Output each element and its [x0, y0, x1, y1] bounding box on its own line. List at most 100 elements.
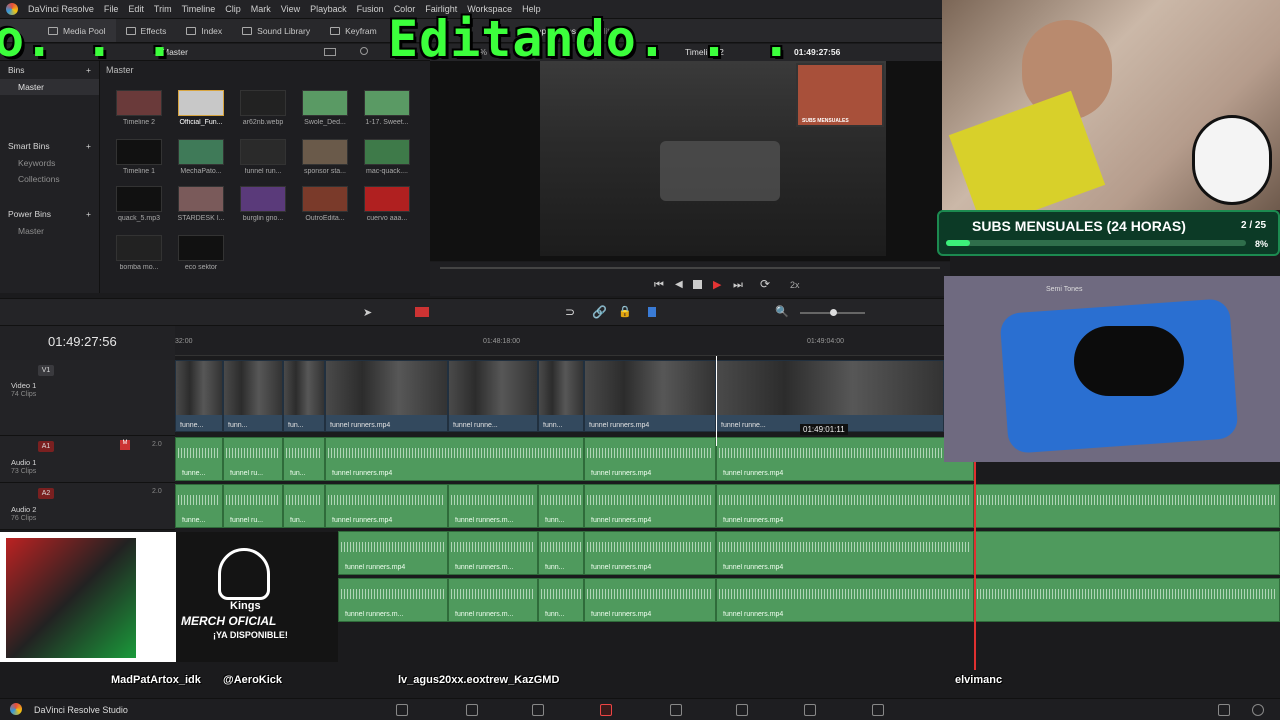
loop-icon[interactable]: ⟳ — [760, 277, 770, 291]
page-media-icon[interactable] — [396, 704, 408, 716]
audio-clip[interactable]: funne... — [175, 437, 223, 481]
menu-mark[interactable]: Mark — [251, 4, 271, 14]
page-color-icon[interactable] — [736, 704, 748, 716]
audio-clip[interactable]: funnel ru... — [223, 484, 283, 528]
snapping-icon[interactable]: ⊃ — [565, 305, 575, 319]
audio-clip[interactable]: fun... — [283, 484, 325, 528]
home-icon[interactable] — [1218, 704, 1230, 716]
skip-forward-icon[interactable]: ⏭ — [733, 279, 743, 292]
page-deliver-icon[interactable] — [872, 704, 884, 716]
audio-clip[interactable]: funnel runners.mp4 — [584, 578, 716, 622]
settings-gear-icon[interactable] — [1252, 704, 1264, 716]
clip-thumbnail[interactable]: 1-17. Sweet... — [357, 90, 417, 126]
audio-clip[interactable]: funnel runners.m... — [448, 484, 538, 528]
play-icon[interactable]: ▶ — [713, 278, 721, 291]
video-clip[interactable]: funne... — [175, 360, 223, 432]
zoom-icon[interactable]: 🔍 — [775, 305, 789, 318]
audio-clip[interactable]: funnel runners.mp4 — [325, 484, 448, 528]
audio-clip[interactable]: funnel runners.m... — [448, 531, 538, 575]
clip-thumbnail[interactable]: Swole_Ded... — [295, 90, 355, 126]
track-tag-a1[interactable]: A1 — [38, 441, 54, 452]
playback-speed[interactable]: 2x — [790, 280, 800, 290]
index-button[interactable]: Index — [176, 19, 232, 42]
clip-thumbnail[interactable]: cuervo aaa... — [357, 186, 417, 222]
clip-thumbnail[interactable]: eco sektor — [171, 235, 231, 271]
audio-clip[interactable]: funnel runners.mp4 — [584, 484, 716, 528]
bin-keywords[interactable]: Keywords — [0, 155, 99, 171]
track-header-audio2[interactable]: A2 2.0 Audio 2 76 Clips — [0, 483, 175, 530]
skip-back-icon[interactable]: ⏮ — [654, 279, 664, 292]
stop-icon[interactable] — [693, 280, 702, 289]
add-smart-bin-icon[interactable]: + — [86, 141, 91, 151]
bin-collections[interactable]: Collections — [0, 171, 99, 187]
audio-clip[interactable]: funn... — [538, 484, 584, 528]
clip-thumbnail[interactable]: MechaPato... — [171, 139, 231, 175]
video-clip[interactable]: funnel runne... — [716, 360, 944, 432]
power-bin-master[interactable]: Master — [0, 223, 99, 239]
zoom-slider-handle[interactable] — [830, 309, 837, 316]
menu-fusion[interactable]: Fusion — [357, 4, 384, 14]
clip-thumbnail[interactable]: quack_5.mp3 — [109, 186, 169, 222]
page-cut-icon[interactable] — [466, 704, 478, 716]
audio-clip[interactable]: funnel runners.mp4 — [716, 484, 974, 528]
page-cut-icon-2[interactable] — [532, 704, 544, 716]
clip-thumbnail[interactable]: funnel run... — [233, 139, 293, 175]
add-power-bin-icon[interactable]: + — [86, 209, 91, 219]
audio-clip[interactable]: funnel runners.mp4 — [716, 531, 974, 575]
link-icon[interactable]: 🔗 — [592, 305, 607, 319]
lock-icon[interactable]: 🔒 — [618, 305, 632, 318]
audio-clip[interactable]: funnel runners.m... — [448, 578, 538, 622]
audio-clip[interactable]: funn... — [538, 578, 584, 622]
audio-clip[interactable]: funn... — [538, 531, 584, 575]
clip-thumbnail[interactable]: Official_Fun... — [171, 90, 231, 126]
menu-playback[interactable]: Playback — [310, 4, 347, 14]
grid-view-icon[interactable] — [324, 48, 336, 56]
track-tag-v1[interactable]: V1 — [38, 365, 54, 376]
menu-timeline[interactable]: Timeline — [182, 4, 216, 14]
clip-thumbnail[interactable]: sponsor sta... — [295, 139, 355, 175]
audio-clip[interactable] — [974, 531, 1280, 575]
audio-clip[interactable]: funnel runners.mp4 — [716, 437, 974, 481]
audio-clip[interactable]: fun... — [283, 437, 325, 481]
audio-clip[interactable]: funnel runners.mp4 — [584, 531, 716, 575]
blade-tool-icon[interactable] — [415, 307, 429, 317]
keyframes-button[interactable]: Keyfram — [320, 19, 387, 42]
power-bins-header[interactable]: Power Bins + — [0, 205, 99, 223]
play-reverse-icon[interactable]: ◀ — [675, 279, 683, 290]
audio-clip[interactable]: funnel runners.mp4 — [325, 437, 584, 481]
audio-clip[interactable]: funnel runners.mp4 — [338, 531, 448, 575]
clip-thumbnail[interactable]: mac-quack.... — [357, 139, 417, 175]
clip-thumbnail[interactable]: bomba mo... — [109, 235, 169, 271]
search-icon[interactable] — [360, 47, 368, 55]
audio-clip[interactable]: funnel runners.mp4 — [584, 437, 716, 481]
clip-thumbnail[interactable]: Timeline 2 — [109, 90, 169, 126]
video-clip[interactable]: funn... — [223, 360, 283, 432]
video-clip[interactable]: funnel runne... — [448, 360, 538, 432]
selection-tool-icon[interactable]: ➤ — [363, 306, 372, 319]
video-clip[interactable]: funnel runners.mp4 — [584, 360, 716, 432]
track-tag-a2[interactable]: A2 — [38, 488, 54, 499]
audio-clip[interactable]: funnel runners.m... — [338, 578, 448, 622]
sound-library-button[interactable]: Sound Library — [232, 19, 320, 42]
mute-icon[interactable]: M — [120, 440, 130, 450]
menu-clip[interactable]: Clip — [225, 4, 241, 14]
video-clip[interactable]: funnel runners.mp4 — [325, 360, 448, 432]
audio-clip[interactable]: funnel ru... — [223, 437, 283, 481]
track-header-video1[interactable]: V1 Video 1 74 Clips — [0, 360, 175, 436]
page-fusion-icon[interactable] — [670, 704, 682, 716]
flag-icon[interactable] — [648, 307, 656, 317]
audio-clip[interactable]: funne... — [175, 484, 223, 528]
page-fairlight-icon[interactable] — [804, 704, 816, 716]
audio-clip[interactable]: funnel runners.mp4 — [716, 578, 974, 622]
clip-thumbnail[interactable]: STARDESK I... — [171, 186, 231, 222]
page-edit-icon[interactable] — [600, 704, 612, 716]
scrubber-bar[interactable] — [440, 267, 940, 269]
audio-clip[interactable] — [974, 578, 1280, 622]
smart-bins-header[interactable]: Smart Bins + — [0, 137, 99, 155]
video-clip[interactable]: fun... — [283, 360, 325, 432]
clip-thumbnail[interactable]: burglin gno... — [233, 186, 293, 222]
clip-thumbnail[interactable]: Timeline 1 — [109, 139, 169, 175]
menu-view[interactable]: View — [281, 4, 300, 14]
video-clip[interactable]: funn... — [538, 360, 584, 432]
track-header-audio1[interactable]: A1 M 2.0 Audio 1 73 Clips — [0, 436, 175, 483]
